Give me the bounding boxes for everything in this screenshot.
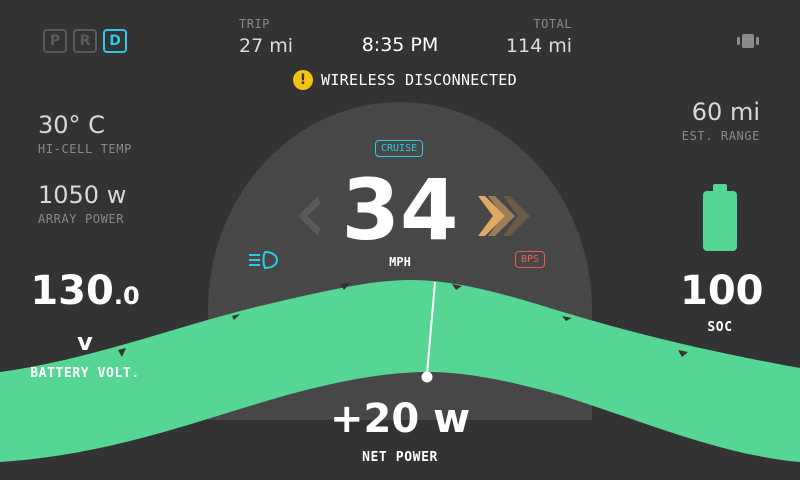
trip-value: 27 mi (239, 35, 294, 57)
hi-cell-temp: 30° C HI-CELL TEMP (38, 111, 132, 156)
hi-cell-temp-label: HI-CELL TEMP (38, 142, 132, 156)
gear-p[interactable]: P (43, 29, 67, 53)
est-range-value: 60 mi (691, 98, 760, 126)
vibration-icon[interactable] (736, 33, 760, 49)
speed-value: 34 (341, 161, 459, 259)
battery-voltage-value: 130.0 v (30, 268, 140, 356)
array-power: 1050 w ARRAY POWER (38, 181, 126, 226)
hi-cell-temp-value: 30° C (38, 111, 105, 139)
cruise-badge: CRUISE (375, 140, 424, 157)
warning-icon: ! (293, 70, 313, 90)
battery-voltage-label: BATTERY VOLT. (30, 366, 140, 381)
gear-selector: P R D (43, 29, 127, 53)
total-label: TOTAL (533, 17, 572, 31)
battery-voltage: 130.0 v BATTERY VOLT. (22, 268, 148, 381)
soc: 100 SOC (680, 268, 764, 335)
trip-block: TRIP 27 mi (239, 17, 293, 57)
headlight-icon[interactable] (247, 250, 279, 270)
wireless-warning: ! WIRELESS DISCONNECTED (293, 70, 517, 90)
est-range-label: EST. RANGE (681, 129, 760, 143)
bps-badge: BPS (515, 251, 546, 268)
array-power-value: 1050 w (38, 181, 127, 209)
right-turn-arrows-icon (478, 196, 530, 236)
net-power-label: NET POWER (362, 450, 438, 465)
clock: 8:35 PM (361, 34, 439, 56)
est-range: 60 mi EST. RANGE (682, 98, 760, 143)
array-power-label: ARRAY POWER (38, 212, 125, 226)
total-value: 114 mi (505, 35, 572, 57)
gear-d[interactable]: D (103, 29, 127, 53)
battery-icon (703, 184, 737, 251)
speed-unit: MPH (389, 255, 411, 269)
warning-text: WIRELESS DISCONNECTED (321, 71, 517, 89)
soc-label: SOC (707, 320, 733, 335)
soc-value: 100 (680, 268, 764, 314)
gear-r[interactable]: R (73, 29, 97, 53)
trip-label: TRIP (239, 17, 270, 31)
left-turn-arrow-icon (298, 196, 320, 236)
total-block: TOTAL 114 mi (470, 17, 572, 57)
net-power-value: +20 w (329, 396, 471, 442)
